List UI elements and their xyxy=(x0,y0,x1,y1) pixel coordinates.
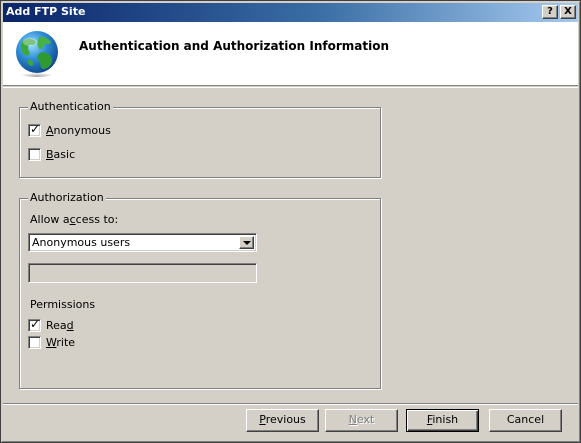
authentication-group: Authentication ✓ Anonymous Basic xyxy=(19,100,381,178)
write-checkbox[interactable] xyxy=(28,336,41,349)
footer-divider-highlight xyxy=(3,404,578,405)
checkmark-icon: ✓ xyxy=(30,122,41,136)
authorization-legend: Authorization xyxy=(28,191,106,204)
add-ftp-site-dialog: Add FTP Site ? X Authentication and Auth… xyxy=(0,0,581,443)
dropdown-arrow-icon[interactable] xyxy=(239,236,254,249)
anonymous-checkbox[interactable]: ✓ xyxy=(28,122,41,137)
title-bar[interactable]: Add FTP Site ? X xyxy=(3,3,578,22)
authentication-legend: Authentication xyxy=(28,100,113,113)
checkmark-icon: ✓ xyxy=(30,317,41,331)
help-button[interactable]: ? xyxy=(542,5,558,19)
anonymous-label[interactable]: Anonymous xyxy=(46,124,111,137)
wizard-header: Authentication and Authorization Informa… xyxy=(3,22,578,86)
users-roles-textbox[interactable] xyxy=(28,263,257,283)
basic-label[interactable]: Basic xyxy=(46,148,75,161)
globe-icon xyxy=(16,31,58,77)
previous-button[interactable]: Previous xyxy=(246,409,319,432)
allow-access-select[interactable]: Anonymous users xyxy=(28,233,257,252)
read-label[interactable]: Read xyxy=(46,319,74,332)
page-title: Authentication and Authorization Informa… xyxy=(79,39,389,53)
allow-access-label: Allow access to: xyxy=(30,213,119,226)
header-divider xyxy=(3,87,578,88)
basic-checkbox[interactable] xyxy=(28,148,41,161)
authorization-group: Authorization Allow access to: Anonymous… xyxy=(19,191,381,389)
permissions-label: Permissions xyxy=(30,298,96,311)
read-checkbox[interactable]: ✓ xyxy=(28,317,41,332)
finish-button[interactable]: Finish xyxy=(406,409,479,432)
write-label[interactable]: Write xyxy=(46,336,75,349)
close-button[interactable]: X xyxy=(560,5,576,19)
next-button[interactable]: Next xyxy=(325,409,398,432)
cancel-button[interactable]: Cancel xyxy=(489,409,562,432)
window-title: Add FTP Site xyxy=(6,5,86,18)
allow-access-selected-value: Anonymous users xyxy=(32,236,131,249)
